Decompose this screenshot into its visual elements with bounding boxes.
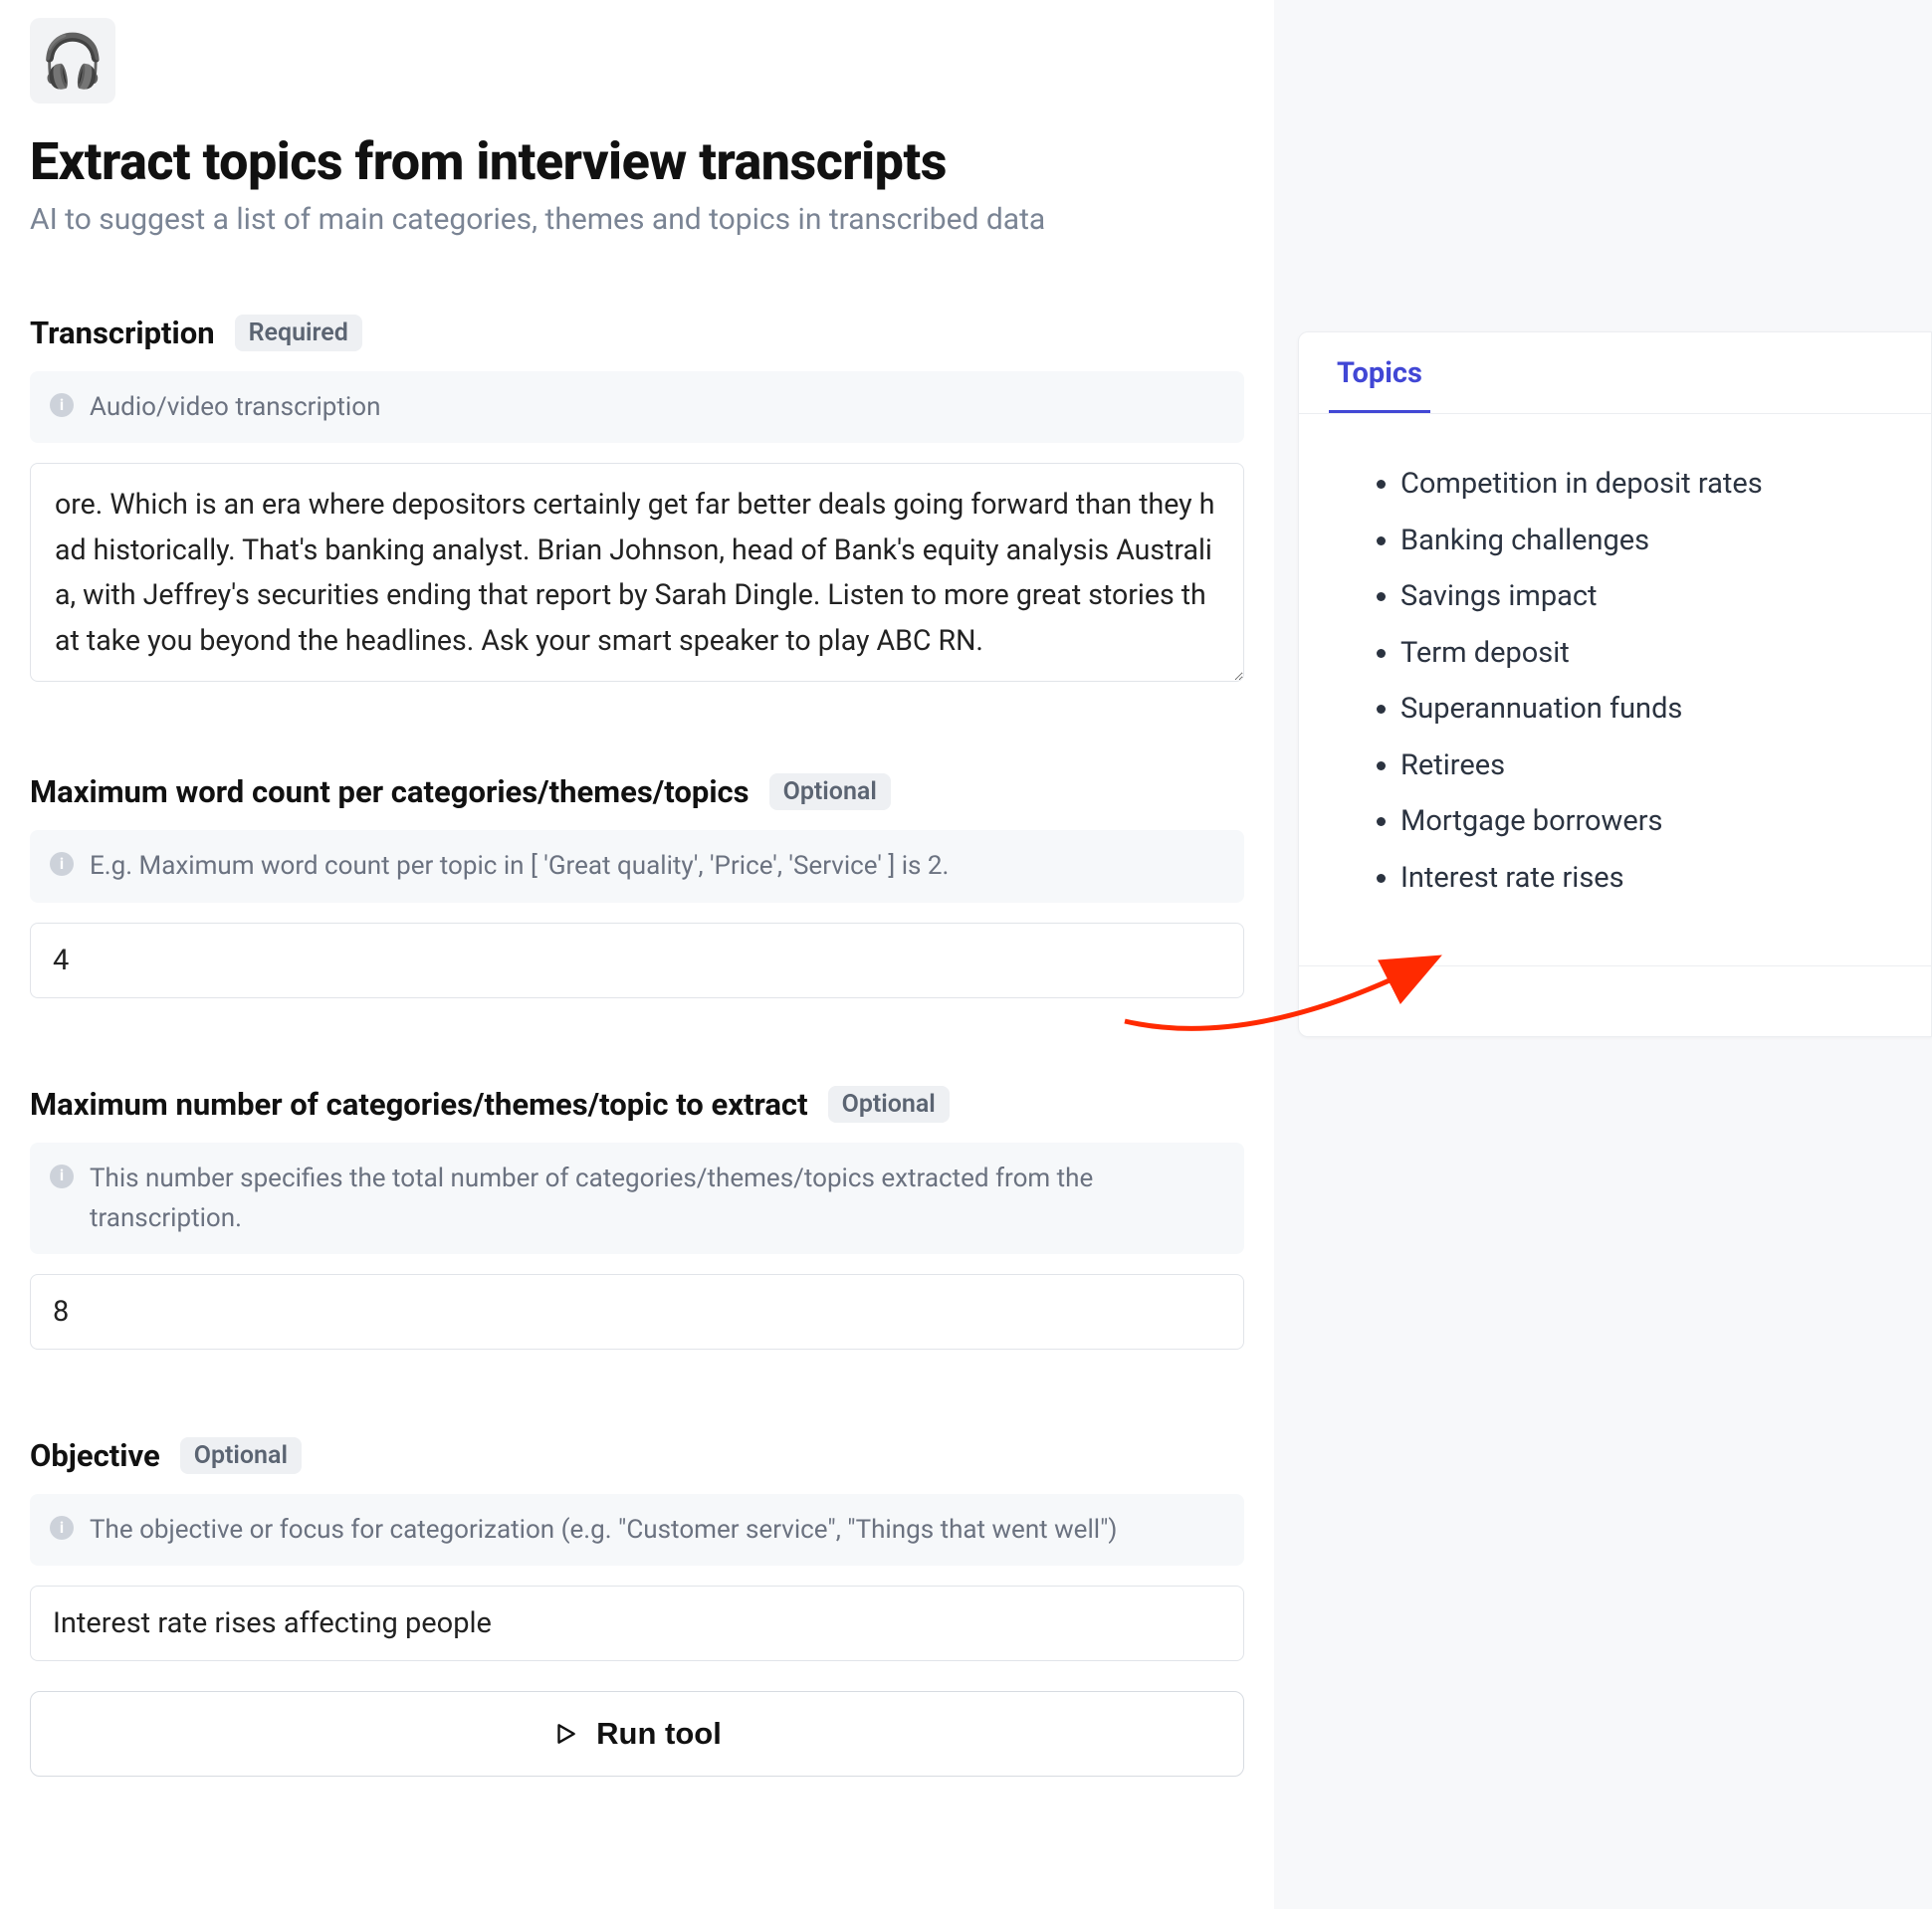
- info-icon: i: [50, 393, 74, 417]
- info-icon: i: [50, 852, 74, 876]
- headphones-icon: 🎧: [41, 31, 106, 92]
- max-word-count-hint: i E.g. Maximum word count per topic in […: [30, 830, 1244, 902]
- objective-hint-text: The objective or focus for categorizatio…: [90, 1510, 1117, 1550]
- list-item: Superannuation funds: [1400, 681, 1881, 738]
- required-badge: Required: [235, 315, 362, 351]
- field-transcription: Transcription Required i Audio/video tra…: [30, 315, 1244, 686]
- card-footer: [1299, 966, 1931, 1036]
- optional-badge: Optional: [769, 773, 891, 810]
- max-topics-input[interactable]: [30, 1274, 1244, 1350]
- list-item: Retirees: [1400, 738, 1881, 794]
- optional-badge: Optional: [180, 1437, 302, 1474]
- field-objective: Objective Optional i The objective or fo…: [30, 1437, 1244, 1661]
- transcription-input[interactable]: [30, 463, 1244, 682]
- field-max-word-count: Maximum word count per categories/themes…: [30, 773, 1244, 997]
- list-item: Competition in deposit rates: [1400, 456, 1881, 513]
- list-item: Interest rate rises: [1400, 850, 1881, 907]
- max-word-count-input[interactable]: [30, 923, 1244, 998]
- list-item: Savings impact: [1400, 568, 1881, 625]
- list-item: Mortgage borrowers: [1400, 793, 1881, 850]
- result-card: Topics Competition in deposit rates Bank…: [1298, 331, 1932, 1037]
- page-subtitle: AI to suggest a list of main categories,…: [30, 202, 1244, 237]
- max-topics-hint: i This number specifies the total number…: [30, 1143, 1244, 1255]
- info-icon: i: [50, 1165, 74, 1188]
- run-tool-button[interactable]: Run tool: [30, 1691, 1244, 1777]
- list-item: Term deposit: [1400, 625, 1881, 682]
- app-icon: 🎧: [30, 18, 115, 104]
- max-word-count-label: Maximum word count per categories/themes…: [30, 773, 750, 810]
- max-topics-label: Maximum number of categories/themes/topi…: [30, 1086, 808, 1123]
- max-word-count-hint-text: E.g. Maximum word count per topic in [ '…: [90, 846, 949, 886]
- optional-badge: Optional: [828, 1086, 950, 1123]
- form-panel: 🎧 Extract topics from interview transcri…: [0, 0, 1274, 1909]
- info-icon: i: [50, 1516, 74, 1540]
- transcription-hint: i Audio/video transcription: [30, 371, 1244, 443]
- transcription-hint-text: Audio/video transcription: [90, 387, 380, 427]
- topics-list: Competition in deposit rates Banking cha…: [1363, 456, 1881, 906]
- objective-label: Objective: [30, 1437, 160, 1474]
- tab-bar: Topics: [1299, 332, 1931, 414]
- objective-hint: i The objective or focus for categorizat…: [30, 1494, 1244, 1566]
- field-max-topics: Maximum number of categories/themes/topi…: [30, 1086, 1244, 1351]
- result-panel: Topics Competition in deposit rates Bank…: [1274, 0, 1932, 1909]
- page-title: Extract topics from interview transcript…: [30, 131, 1244, 192]
- run-tool-label: Run tool: [596, 1716, 722, 1752]
- play-icon: [552, 1721, 578, 1747]
- transcription-label: Transcription: [30, 315, 215, 351]
- max-topics-hint-text: This number specifies the total number o…: [90, 1159, 1224, 1239]
- objective-input[interactable]: [30, 1586, 1244, 1661]
- list-item: Banking challenges: [1400, 513, 1881, 569]
- topics-list-container: Competition in deposit rates Banking cha…: [1299, 414, 1931, 966]
- tab-topics[interactable]: Topics: [1329, 332, 1430, 413]
